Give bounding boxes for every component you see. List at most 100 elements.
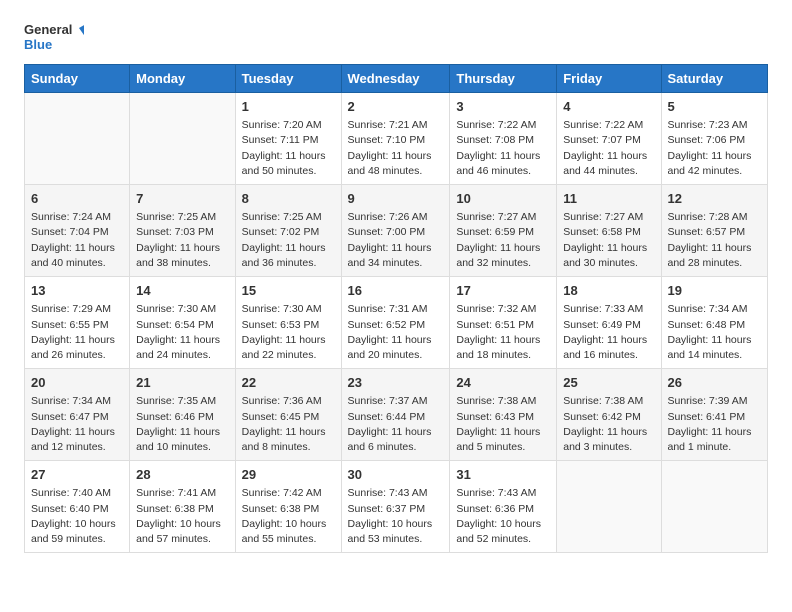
col-header-friday: Friday bbox=[557, 65, 661, 93]
calendar-cell bbox=[661, 461, 768, 553]
calendar-cell: 5 Sunrise: 7:23 AM Sunset: 7:06 PM Daylig… bbox=[661, 93, 768, 185]
day-number: 5 bbox=[668, 98, 762, 116]
calendar-week-3: 13 Sunrise: 7:29 AM Sunset: 6:55 PM Dayli… bbox=[25, 277, 768, 369]
day-detail: Sunrise: 7:34 AM Sunset: 6:47 PM Dayligh… bbox=[31, 394, 123, 455]
day-number: 16 bbox=[348, 282, 444, 300]
day-detail: Sunrise: 7:40 AM Sunset: 6:40 PM Dayligh… bbox=[31, 486, 123, 547]
day-number: 15 bbox=[242, 282, 335, 300]
day-detail: Sunrise: 7:30 AM Sunset: 6:54 PM Dayligh… bbox=[136, 302, 228, 363]
day-number: 31 bbox=[456, 466, 550, 484]
day-detail: Sunrise: 7:31 AM Sunset: 6:52 PM Dayligh… bbox=[348, 302, 444, 363]
day-number: 2 bbox=[348, 98, 444, 116]
day-detail: Sunrise: 7:37 AM Sunset: 6:44 PM Dayligh… bbox=[348, 394, 444, 455]
day-detail: Sunrise: 7:35 AM Sunset: 6:46 PM Dayligh… bbox=[136, 394, 228, 455]
col-header-wednesday: Wednesday bbox=[341, 65, 450, 93]
calendar-cell: 1 Sunrise: 7:20 AM Sunset: 7:11 PM Daylig… bbox=[235, 93, 341, 185]
day-detail: Sunrise: 7:42 AM Sunset: 6:38 PM Dayligh… bbox=[242, 486, 335, 547]
day-number: 3 bbox=[456, 98, 550, 116]
day-number: 18 bbox=[563, 282, 654, 300]
calendar-cell: 29 Sunrise: 7:42 AM Sunset: 6:38 PM Dayli… bbox=[235, 461, 341, 553]
day-detail: Sunrise: 7:30 AM Sunset: 6:53 PM Dayligh… bbox=[242, 302, 335, 363]
day-detail: Sunrise: 7:23 AM Sunset: 7:06 PM Dayligh… bbox=[668, 118, 762, 179]
day-detail: Sunrise: 7:20 AM Sunset: 7:11 PM Dayligh… bbox=[242, 118, 335, 179]
day-detail: Sunrise: 7:22 AM Sunset: 7:07 PM Dayligh… bbox=[563, 118, 654, 179]
day-number: 4 bbox=[563, 98, 654, 116]
calendar-cell: 27 Sunrise: 7:40 AM Sunset: 6:40 PM Dayli… bbox=[25, 461, 130, 553]
calendar-cell bbox=[557, 461, 661, 553]
day-number: 21 bbox=[136, 374, 228, 392]
calendar-cell: 10Sunrise: 7:27 AM Sunset: 6:59 PM Dayli… bbox=[450, 185, 557, 277]
calendar-week-5: 27 Sunrise: 7:40 AM Sunset: 6:40 PM Dayli… bbox=[25, 461, 768, 553]
day-number: 7 bbox=[136, 190, 228, 208]
day-number: 27 bbox=[31, 466, 123, 484]
calendar-cell: 8 Sunrise: 7:25 AM Sunset: 7:02 PM Daylig… bbox=[235, 185, 341, 277]
calendar-cell: 20 Sunrise: 7:34 AM Sunset: 6:47 PM Dayli… bbox=[25, 369, 130, 461]
day-number: 1 bbox=[242, 98, 335, 116]
day-number: 30 bbox=[348, 466, 444, 484]
calendar-cell bbox=[130, 93, 235, 185]
day-number: 6 bbox=[31, 190, 123, 208]
day-number: 22 bbox=[242, 374, 335, 392]
day-detail: Sunrise: 7:41 AM Sunset: 6:38 PM Dayligh… bbox=[136, 486, 228, 547]
svg-text:Blue: Blue bbox=[24, 37, 52, 52]
day-number: 26 bbox=[668, 374, 762, 392]
calendar-cell: 12 Sunrise: 7:28 AM Sunset: 6:57 PM Dayli… bbox=[661, 185, 768, 277]
calendar-cell: 7 Sunrise: 7:25 AM Sunset: 7:03 PM Daylig… bbox=[130, 185, 235, 277]
calendar-cell: 17Sunrise: 7:32 AM Sunset: 6:51 PM Dayli… bbox=[450, 277, 557, 369]
calendar-week-1: 1 Sunrise: 7:20 AM Sunset: 7:11 PM Daylig… bbox=[25, 93, 768, 185]
day-detail: Sunrise: 7:27 AM Sunset: 6:58 PM Dayligh… bbox=[563, 210, 654, 271]
calendar: SundayMondayTuesdayWednesdayThursdayFrid… bbox=[24, 64, 768, 553]
day-detail: Sunrise: 7:25 AM Sunset: 7:03 PM Dayligh… bbox=[136, 210, 228, 271]
day-detail: Sunrise: 7:38 AM Sunset: 6:42 PM Dayligh… bbox=[563, 394, 654, 455]
calendar-cell: 19Sunrise: 7:34 AM Sunset: 6:48 PM Dayli… bbox=[661, 277, 768, 369]
calendar-cell: 18 Sunrise: 7:33 AM Sunset: 6:49 PM Dayli… bbox=[557, 277, 661, 369]
day-detail: Sunrise: 7:43 AM Sunset: 6:37 PM Dayligh… bbox=[348, 486, 444, 547]
calendar-cell: 14 Sunrise: 7:30 AM Sunset: 6:54 PM Dayli… bbox=[130, 277, 235, 369]
day-number: 14 bbox=[136, 282, 228, 300]
day-number: 8 bbox=[242, 190, 335, 208]
day-number: 13 bbox=[31, 282, 123, 300]
day-number: 12 bbox=[668, 190, 762, 208]
day-detail: Sunrise: 7:38 AM Sunset: 6:43 PM Dayligh… bbox=[456, 394, 550, 455]
day-number: 23 bbox=[348, 374, 444, 392]
calendar-cell: 16 Sunrise: 7:31 AM Sunset: 6:52 PM Dayli… bbox=[341, 277, 450, 369]
day-number: 29 bbox=[242, 466, 335, 484]
day-detail: Sunrise: 7:29 AM Sunset: 6:55 PM Dayligh… bbox=[31, 302, 123, 363]
day-detail: Sunrise: 7:27 AM Sunset: 6:59 PM Dayligh… bbox=[456, 210, 550, 271]
calendar-cell: 21 Sunrise: 7:35 AM Sunset: 6:46 PM Dayli… bbox=[130, 369, 235, 461]
calendar-cell: 30 Sunrise: 7:43 AM Sunset: 6:37 PM Dayli… bbox=[341, 461, 450, 553]
day-number: 25 bbox=[563, 374, 654, 392]
calendar-week-4: 20 Sunrise: 7:34 AM Sunset: 6:47 PM Dayli… bbox=[25, 369, 768, 461]
logo: General Blue bbox=[24, 18, 84, 54]
day-detail: Sunrise: 7:21 AM Sunset: 7:10 PM Dayligh… bbox=[348, 118, 444, 179]
day-number: 11 bbox=[563, 190, 654, 208]
day-number: 9 bbox=[348, 190, 444, 208]
logo-svg: General Blue bbox=[24, 18, 84, 54]
day-number: 28 bbox=[136, 466, 228, 484]
calendar-cell: 25 Sunrise: 7:38 AM Sunset: 6:42 PM Dayli… bbox=[557, 369, 661, 461]
col-header-monday: Monday bbox=[130, 65, 235, 93]
col-header-tuesday: Tuesday bbox=[235, 65, 341, 93]
day-detail: Sunrise: 7:43 AM Sunset: 6:36 PM Dayligh… bbox=[456, 486, 550, 547]
calendar-cell: 3Sunrise: 7:22 AM Sunset: 7:08 PM Daylig… bbox=[450, 93, 557, 185]
calendar-cell: 22 Sunrise: 7:36 AM Sunset: 6:45 PM Dayli… bbox=[235, 369, 341, 461]
day-number: 24 bbox=[456, 374, 550, 392]
day-detail: Sunrise: 7:33 AM Sunset: 6:49 PM Dayligh… bbox=[563, 302, 654, 363]
calendar-cell: 4 Sunrise: 7:22 AM Sunset: 7:07 PM Daylig… bbox=[557, 93, 661, 185]
day-number: 17 bbox=[456, 282, 550, 300]
day-detail: Sunrise: 7:39 AM Sunset: 6:41 PM Dayligh… bbox=[668, 394, 762, 455]
calendar-cell: 26 Sunrise: 7:39 AM Sunset: 6:41 PM Dayli… bbox=[661, 369, 768, 461]
day-number: 20 bbox=[31, 374, 123, 392]
calendar-cell: 23 Sunrise: 7:37 AM Sunset: 6:44 PM Dayli… bbox=[341, 369, 450, 461]
svg-text:General: General bbox=[24, 22, 72, 37]
day-detail: Sunrise: 7:36 AM Sunset: 6:45 PM Dayligh… bbox=[242, 394, 335, 455]
day-detail: Sunrise: 7:25 AM Sunset: 7:02 PM Dayligh… bbox=[242, 210, 335, 271]
day-detail: Sunrise: 7:28 AM Sunset: 6:57 PM Dayligh… bbox=[668, 210, 762, 271]
page: General Blue SundayMondayTuesdayWednesda… bbox=[0, 0, 792, 571]
calendar-week-2: 6Sunrise: 7:24 AM Sunset: 7:04 PM Daylig… bbox=[25, 185, 768, 277]
calendar-cell: 9Sunrise: 7:26 AM Sunset: 7:00 PM Daylig… bbox=[341, 185, 450, 277]
calendar-cell: 31 Sunrise: 7:43 AM Sunset: 6:36 PM Dayli… bbox=[450, 461, 557, 553]
calendar-cell: 6Sunrise: 7:24 AM Sunset: 7:04 PM Daylig… bbox=[25, 185, 130, 277]
calendar-cell: 13 Sunrise: 7:29 AM Sunset: 6:55 PM Dayli… bbox=[25, 277, 130, 369]
calendar-cell: 24 Sunrise: 7:38 AM Sunset: 6:43 PM Dayli… bbox=[450, 369, 557, 461]
